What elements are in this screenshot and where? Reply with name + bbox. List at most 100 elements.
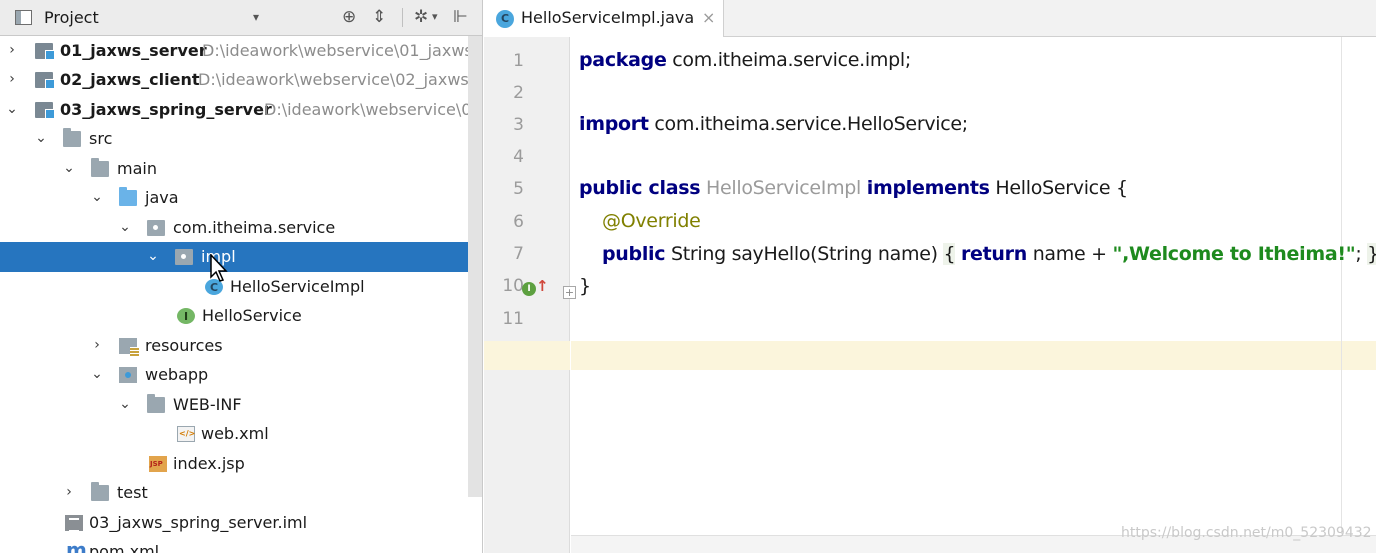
tree-item-main[interactable]: ⌄ main bbox=[0, 154, 482, 184]
iml-file-icon bbox=[65, 515, 83, 532]
override-arrow-icon[interactable]: ↑ bbox=[536, 277, 549, 295]
tree-item-web-inf[interactable]: ⌄ WEB-INF bbox=[0, 390, 482, 420]
chevron-down-icon[interactable]: ▾ bbox=[253, 10, 259, 24]
chevron-right-icon[interactable]: › bbox=[62, 484, 76, 500]
folded-brace-close[interactable]: } bbox=[1367, 243, 1376, 265]
code-line-1: package com.itheima.service.impl; bbox=[579, 49, 911, 71]
tree-item-resources[interactable]: › resources bbox=[0, 331, 482, 361]
collapse-icon[interactable]: ⇕ bbox=[372, 7, 386, 27]
tree-item-impl[interactable]: ⌄ impl bbox=[0, 242, 482, 272]
xml-file-icon bbox=[177, 426, 195, 442]
gear-dropdown-icon[interactable]: ▾ bbox=[432, 7, 438, 27]
jsp-file-icon bbox=[149, 456, 167, 472]
tab-label: HelloServiceImpl.java bbox=[521, 8, 695, 27]
chevron-down-icon[interactable]: ⌄ bbox=[146, 248, 160, 264]
code-text: name + bbox=[1026, 243, 1113, 265]
tree-item-03-jaxws-spring-server[interactable]: ⌄ 03_jaxws_spring_server D:\ideawork\web… bbox=[0, 95, 482, 125]
module-icon bbox=[35, 43, 55, 60]
tree-item-helloserviceimpl[interactable]: C HelloServiceImpl bbox=[0, 272, 482, 302]
line-number: 3 bbox=[513, 115, 524, 135]
editor-gutter[interactable]: 1 2 3 4 5 6 7 10 11 I ↑ + bbox=[484, 37, 576, 553]
mouse-cursor-icon bbox=[210, 254, 228, 282]
implements-method-icon[interactable]: I bbox=[522, 282, 536, 296]
tree-item-src[interactable]: ⌄ src bbox=[0, 124, 482, 154]
chevron-right-icon[interactable]: › bbox=[5, 71, 19, 87]
line-number: 7 bbox=[513, 244, 524, 264]
tree-item-com-itheima-service[interactable]: ⌄ com.itheima.service bbox=[0, 213, 482, 243]
code-line-3: import com.itheima.service.HelloService; bbox=[579, 113, 968, 135]
code-area[interactable]: package com.itheima.service.impl; import… bbox=[571, 37, 1376, 553]
caret-line-gutter-highlight bbox=[484, 341, 570, 370]
code-text: com.itheima.service.HelloService; bbox=[648, 113, 968, 135]
chevron-down-icon[interactable]: ⌄ bbox=[34, 130, 48, 146]
chevron-right-icon[interactable]: › bbox=[5, 42, 19, 58]
chevron-down-icon[interactable]: ⌄ bbox=[118, 396, 132, 412]
tree-item-label: java bbox=[145, 188, 179, 207]
tab-helloserviceimpl-java[interactable]: C HelloServiceImpl.java × bbox=[484, 0, 724, 37]
chevron-down-icon[interactable]: ⌄ bbox=[90, 366, 104, 382]
tree-item-label: WEB-INF bbox=[173, 395, 242, 414]
tree-item-iml-file[interactable]: 03_jaxws_spring_server.iml bbox=[0, 508, 482, 538]
keyword: implements bbox=[866, 177, 990, 199]
line-number: 11 bbox=[502, 309, 524, 329]
tree-item-label: src bbox=[89, 129, 113, 148]
web-folder-icon bbox=[119, 367, 137, 383]
tree-item-label: HelloService bbox=[202, 306, 302, 325]
code-line-6: @Override bbox=[602, 210, 701, 232]
code-text: com.itheima.service.impl; bbox=[666, 49, 911, 71]
module-icon bbox=[35, 72, 55, 89]
tree-item-label: 03_jaxws_spring_server bbox=[60, 100, 272, 119]
right-margin-guide bbox=[1341, 37, 1342, 534]
project-view-icon bbox=[15, 10, 32, 25]
tree-scrollbar[interactable] bbox=[468, 36, 482, 497]
code-text: } bbox=[579, 275, 591, 297]
project-view-selector[interactable]: Project bbox=[44, 8, 99, 27]
module-path: D:\ideawork\webservice\02_jaxws_ bbox=[198, 70, 477, 89]
chevron-down-icon[interactable]: ⌄ bbox=[90, 189, 104, 205]
tree-item-label: pom.xml bbox=[89, 542, 160, 553]
line-number: 10 bbox=[502, 276, 524, 296]
target-icon[interactable]: ⊕ bbox=[342, 7, 356, 27]
tree-item-label: 01_jaxws_server bbox=[60, 41, 207, 60]
tree-item-label: 03_jaxws_spring_server.iml bbox=[89, 513, 308, 532]
tree-item-label: HelloServiceImpl bbox=[230, 277, 365, 296]
tree-item-02-jaxws-client[interactable]: › 02_jaxws_client D:\ideawork\webservice… bbox=[0, 65, 482, 95]
keyword: public bbox=[602, 243, 666, 265]
source-folder-icon bbox=[119, 187, 137, 206]
chevron-down-icon[interactable]: ⌄ bbox=[62, 160, 76, 176]
code-text: String sayHello(String name) bbox=[665, 243, 944, 265]
module-path: D:\ideawork\webservice\03 bbox=[264, 100, 482, 119]
caret-line-highlight bbox=[571, 341, 1376, 370]
folder-icon bbox=[63, 128, 81, 147]
tree-item-test[interactable]: › test bbox=[0, 478, 482, 508]
editor-area: C HelloServiceImpl.java × 1 2 3 4 5 6 7 … bbox=[484, 0, 1376, 553]
folded-brace-open[interactable]: { bbox=[943, 243, 956, 265]
chevron-down-icon[interactable]: ⌄ bbox=[118, 219, 132, 235]
keyword: import bbox=[579, 113, 649, 135]
tree-item-web-xml[interactable]: web.xml bbox=[0, 419, 482, 449]
tree-item-webapp[interactable]: ⌄ webapp bbox=[0, 360, 482, 390]
close-icon[interactable]: × bbox=[702, 8, 715, 27]
tree-item-label: index.jsp bbox=[173, 454, 245, 473]
resources-folder-icon bbox=[119, 338, 139, 356]
gear-icon[interactable]: ✲ bbox=[414, 7, 428, 27]
tree-item-helloservice[interactable]: I HelloService bbox=[0, 301, 482, 331]
tree-item-label: resources bbox=[145, 336, 223, 355]
chevron-right-icon[interactable]: › bbox=[90, 337, 104, 353]
project-tool-window: Project ▾ ⊕ ⇕ ✲ ▾ ⊩ › 01_jaxws_server D:… bbox=[0, 0, 483, 553]
hide-icon[interactable]: ⊩ bbox=[453, 7, 468, 27]
keyword: return bbox=[960, 243, 1027, 265]
tree-item-pom-xml[interactable]: pom.xml bbox=[0, 537, 482, 553]
tree-item-java[interactable]: ⌄ java bbox=[0, 183, 482, 213]
module-path: D:\ideawork\webservice\01_jaxws_ bbox=[202, 41, 481, 60]
folder-icon bbox=[91, 482, 109, 501]
code-text: HelloService { bbox=[989, 177, 1128, 199]
tree-item-index-jsp[interactable]: index.jsp bbox=[0, 449, 482, 479]
string-literal: ",Welcome to Itheima!" bbox=[1112, 243, 1356, 265]
tree-item-01-jaxws-server[interactable]: › 01_jaxws_server D:\ideawork\webservice… bbox=[0, 36, 482, 66]
annotation: @Override bbox=[602, 210, 701, 232]
code-text: ; bbox=[1355, 243, 1368, 265]
class-icon: C bbox=[496, 10, 514, 28]
package-icon bbox=[175, 249, 193, 265]
chevron-down-icon[interactable]: ⌄ bbox=[5, 101, 19, 117]
